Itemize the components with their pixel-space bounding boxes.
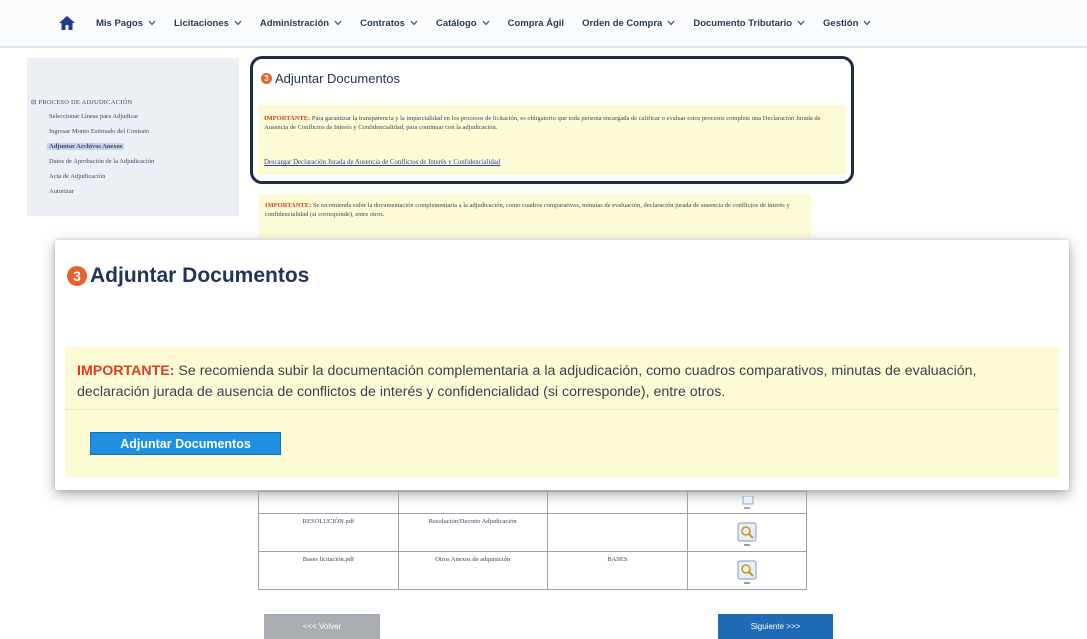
step-number-badge: 3 [261, 73, 272, 84]
sidebar-section-title[interactable]: ⊟ PROCESO DE ADJUDICACIÓN [31, 98, 132, 106]
action-cell [687, 513, 807, 552]
step-number-badge: 3 [67, 266, 87, 286]
download-declaration-link[interactable]: Descargar Declaración Jurada de Ausencia… [264, 159, 500, 166]
back-button[interactable]: <<< Volver [264, 614, 380, 639]
document-type-cell: Otros Anexos de adquisición [397, 551, 548, 590]
tag-cell [546, 491, 689, 514]
important-label: IMPORTANTE: [265, 202, 312, 209]
warning-body: Se recomienda subir la documentación com… [265, 202, 790, 218]
view-document-icon[interactable] [737, 495, 757, 510]
home-icon[interactable] [58, 14, 76, 32]
chevron-down-icon [410, 20, 418, 26]
zoomed-warning-box: IMPORTANTE: Se recomienda subir la docum… [65, 347, 1059, 477]
declaration-warning-box: IMPORTANTE: Para garantizar la transpare… [258, 105, 846, 175]
sidebar-item-ingresar-monto[interactable]: Ingresar Monto Estimado del Contrato [49, 128, 149, 135]
nav-contratos[interactable]: Contratos [360, 18, 418, 29]
recommendation-warning-text: IMPORTANTE: Se recomienda subir la docum… [265, 202, 805, 219]
warning-body: Para garantizar la transparencia y la im… [264, 115, 821, 131]
view-document-icon[interactable] [736, 522, 758, 548]
nav-compra-agil[interactable]: Compra Ágil [508, 18, 564, 29]
chevron-down-icon [797, 20, 805, 26]
file-name-cell [258, 491, 399, 514]
tag-cell: BASES [546, 551, 689, 590]
table-row: Bases licitación.pdf Otros Anexos de adq… [258, 551, 807, 590]
nav-administracion[interactable]: Administración [260, 18, 342, 29]
zoomed-section-title-text: Adjuntar Documentos [90, 264, 310, 287]
recommendation-warning-box: IMPORTANTE: Se recomienda subir la docum… [259, 194, 811, 238]
chevron-down-icon [234, 20, 242, 26]
chevron-down-icon [863, 20, 871, 26]
nav-catalogo[interactable]: Catálogo [436, 18, 490, 29]
declaration-panel: 3 Adjuntar Documentos IMPORTANTE: Para g… [250, 56, 854, 184]
chevron-down-icon [148, 20, 156, 26]
declaration-warning-text: IMPORTANTE: Para garantizar la transpare… [264, 115, 838, 132]
document-type-cell: Resolución/Decreto Adjudicación [397, 513, 548, 552]
table-row [258, 491, 807, 514]
sidebar-item-autorizar[interactable]: Autorizar [49, 188, 74, 195]
important-label: IMPORTANTE: [264, 115, 311, 122]
warning-body: Se recomienda subir la documentación com… [77, 363, 977, 400]
chevron-down-icon [334, 20, 342, 26]
tag-cell [546, 513, 689, 552]
attach-documents-button[interactable]: Adjuntar Documentos [90, 432, 281, 455]
file-name-cell: RESOLUCIÓN.pdf [258, 513, 399, 552]
zoomed-warning-text: IMPORTANTE: Se recomienda subir la docum… [77, 361, 1052, 403]
zoomed-attach-documents-card: 3 Adjuntar Documentos IMPORTANTE: Se rec… [55, 240, 1069, 490]
sidebar: ⊟ PROCESO DE ADJUDICACIÓN Seleccionar Lí… [27, 58, 239, 216]
view-document-icon[interactable] [736, 560, 758, 586]
nav-orden-de-compra[interactable]: Orden de Compra [582, 18, 675, 29]
action-cell [687, 551, 807, 590]
important-label: IMPORTANTE: [77, 363, 175, 379]
document-type-cell [397, 491, 548, 514]
sidebar-item-datos-aprobacion[interactable]: Datos de Aprobación de la Adjudicación [49, 158, 154, 165]
divider [65, 409, 1059, 410]
table-row: RESOLUCIÓN.pdf Resolución/Decreto Adjudi… [258, 513, 807, 552]
nav-licitaciones[interactable]: Licitaciones [174, 18, 242, 29]
nav-gestion[interactable]: Gestión [823, 18, 871, 29]
sidebar-item-acta-adjudicacion[interactable]: Acta de Adjudicación [49, 173, 105, 180]
section-title-text: Adjuntar Documentos [275, 71, 401, 86]
documents-table: RESOLUCIÓN.pdf Resolución/Decreto Adjudi… [258, 491, 807, 590]
sidebar-item-seleccionar-lineas[interactable]: Seleccionar Líneas para Adjudicar [49, 113, 138, 120]
top-navigation: Mis Pagos Licitaciones Administración Co… [0, 0, 1087, 48]
section-title: 3 Adjuntar Documentos [261, 71, 400, 86]
next-button[interactable]: Siguiente >>> [718, 614, 833, 639]
sidebar-item-adjuntar-archivos[interactable]: Adjuntar Archivos Anexos [47, 143, 125, 150]
nav-mis-pagos[interactable]: Mis Pagos [96, 18, 156, 29]
file-name-cell: Bases licitación.pdf [258, 551, 399, 590]
nav-documento-tributario[interactable]: Documento Tributario [693, 18, 805, 29]
chevron-down-icon [482, 20, 490, 26]
action-cell [687, 491, 807, 514]
zoomed-section-title: 3 Adjuntar Documentos [67, 264, 309, 288]
chevron-down-icon [667, 20, 675, 26]
